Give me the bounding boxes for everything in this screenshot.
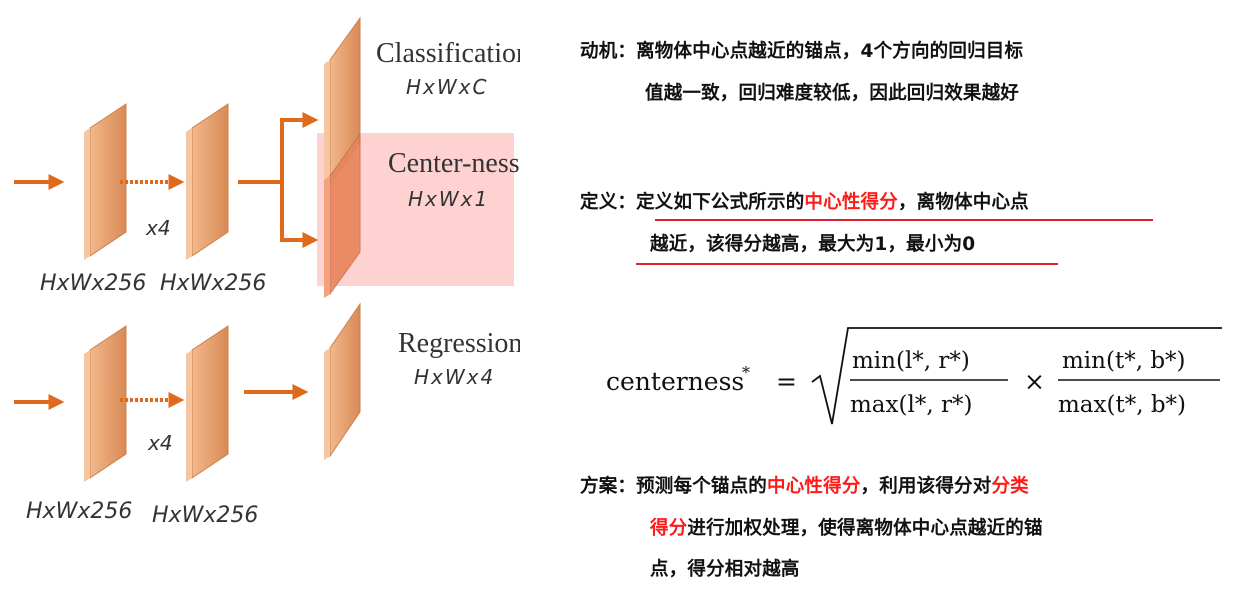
scheme-text-3: 点，得分相对越高 — [650, 559, 800, 580]
scheme-highlight-1: 中心性得分 — [767, 476, 861, 497]
scheme-text-2: 进行加权处理，使得离物体中心点越近的锚 — [687, 518, 1043, 539]
formula-lhs: centerness — [606, 367, 744, 396]
explanation-panel: 动机：离物体中心点越近的锚点，4个方向的回归目标 值越一致，回归难度较低，因此回… — [0, 0, 1253, 596]
frac2-numerator: min(t*, b*) — [1062, 348, 1186, 374]
frac1-denominator: max(l*, r*) — [850, 392, 972, 418]
frac2-denominator: max(t*, b*) — [1058, 392, 1186, 418]
definition-underline-2 — [636, 263, 1058, 265]
definition-highlight: 中心性得分 — [804, 192, 898, 213]
definition-line-1: 定义：定义如下公式所示的中心性得分，离物体中心点 — [580, 188, 1029, 214]
formula-lhs-sup: * — [742, 363, 750, 382]
definition-text-1a: 定义如下公式所示的 — [636, 192, 805, 213]
definition-underline-1 — [655, 219, 1153, 221]
scheme-text-1b: ，利用该得分对 — [860, 476, 992, 497]
definition-line-2: 越近，该得分越高，最大为1，最小为0 — [650, 230, 975, 256]
motivation-line-2: 值越一致，回归难度较低，因此回归效果越好 — [645, 79, 1019, 105]
definition-text-1b: ，离物体中心点 — [897, 192, 1029, 213]
scheme-prefix: 方案： — [580, 476, 637, 497]
scheme-line-3: 点，得分相对越高 — [650, 555, 800, 581]
motivation-text-2: 值越一致，回归难度较低，因此回归效果越好 — [645, 83, 1020, 104]
scheme-text-1a: 预测每个锚点的 — [636, 476, 768, 497]
motivation-line-1: 动机：离物体中心点越近的锚点，4个方向的回归目标 — [580, 37, 1023, 63]
definition-prefix: 定义： — [580, 192, 637, 213]
scheme-highlight-3: 得分 — [650, 518, 688, 539]
formula-times: × — [1024, 367, 1045, 396]
formula-equals: = — [776, 367, 797, 396]
motivation-prefix: 动机： — [580, 41, 637, 62]
scheme-line-2: 得分进行加权处理，使得离物体中心点越近的锚 — [650, 514, 1043, 540]
motivation-text-1: 离物体中心点越近的锚点，4个方向的回归目标 — [636, 41, 1024, 62]
frac1-numerator: min(l*, r*) — [852, 348, 970, 374]
definition-text-2: 越近，该得分越高，最大为1，最小为0 — [650, 234, 976, 255]
scheme-line-1: 方案：预测每个锚点的中心性得分，利用该得分对分类 — [580, 472, 1029, 498]
scheme-highlight-2: 分类 — [991, 476, 1029, 497]
centerness-formula: centerness * = min(l*, r*) max(l*, r*) ×… — [606, 327, 1222, 425]
